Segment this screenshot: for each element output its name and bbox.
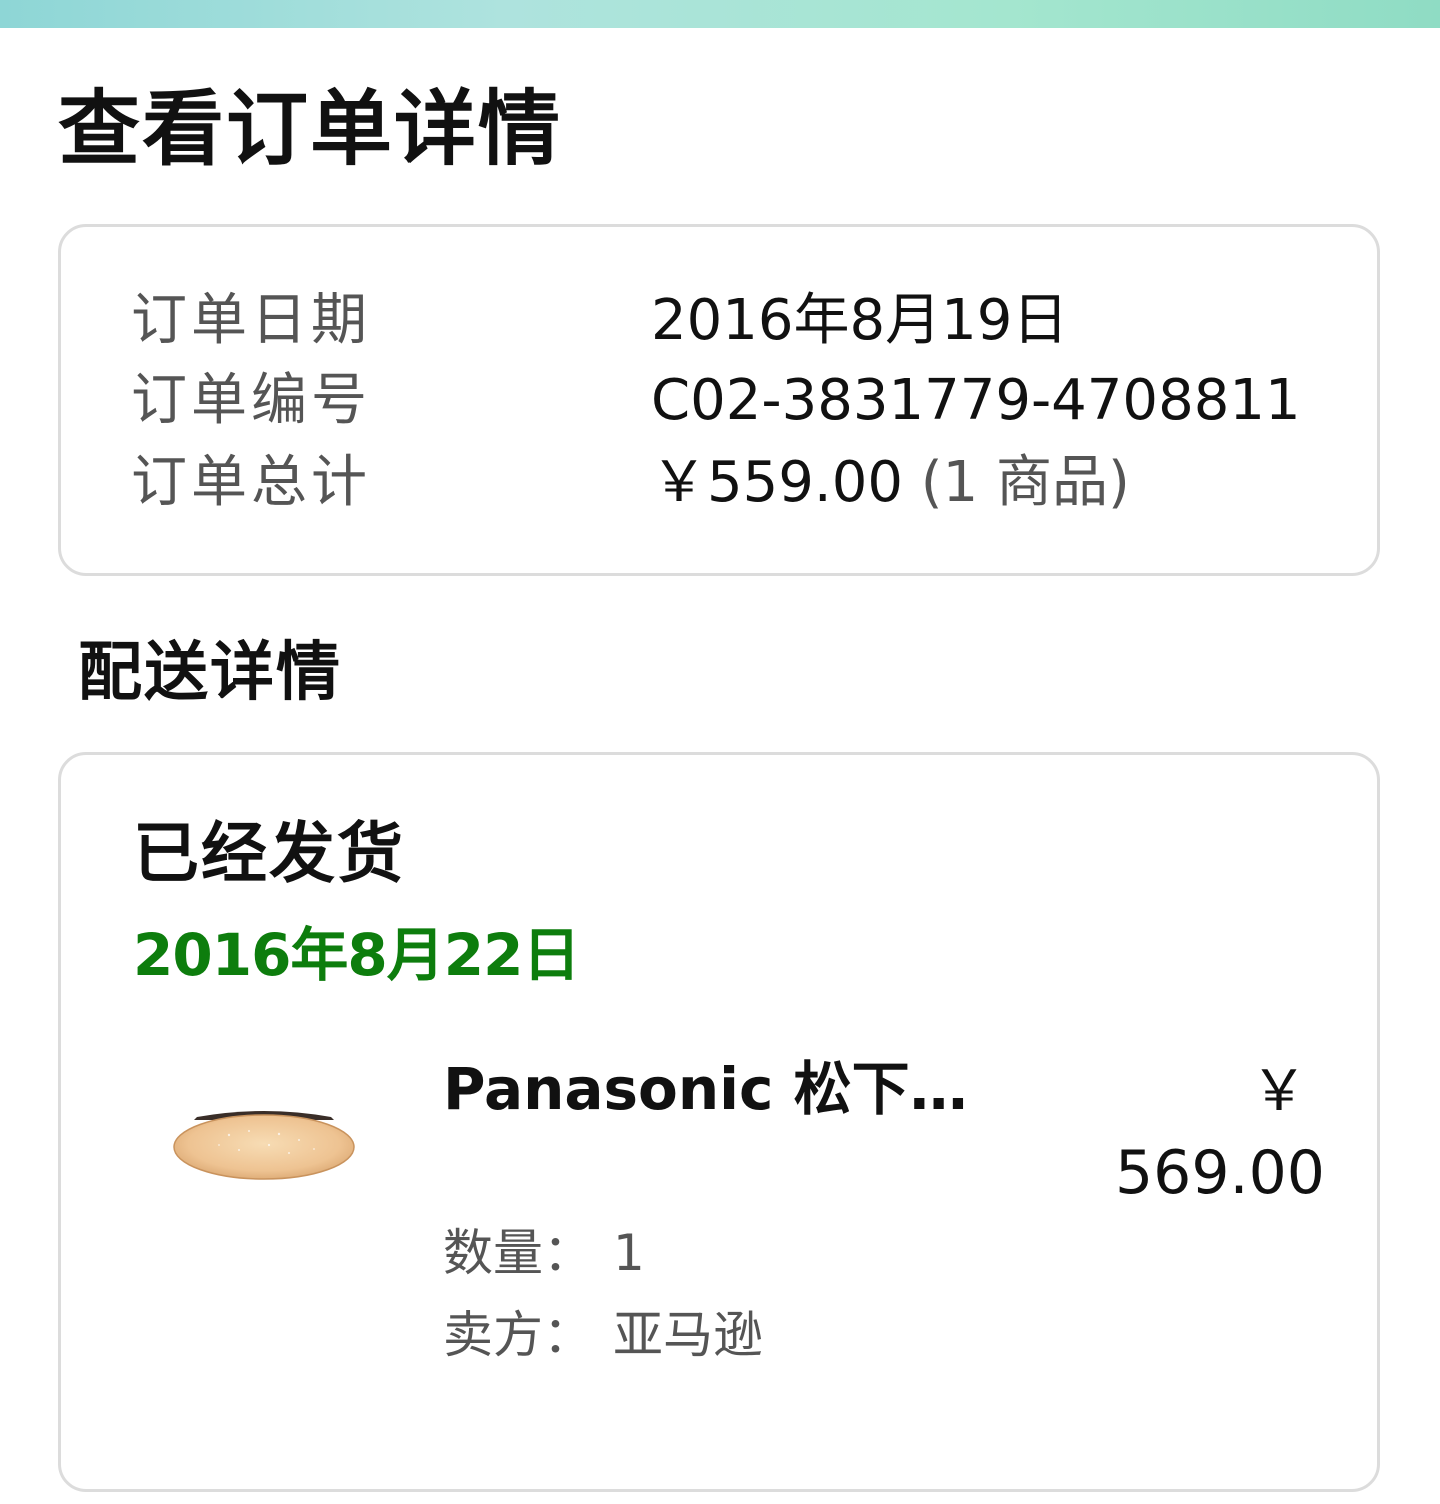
shipment-status: 已经发货 — [133, 815, 405, 892]
quantity-value: 1 — [613, 1224, 645, 1282]
order-date-value: 2016年8月19日 — [651, 288, 1069, 353]
product-image[interactable] — [169, 1105, 359, 1185]
order-date-row: 订单日期 2016年8月19日 — [131, 281, 1068, 361]
product-quantity: 数量： 1 — [443, 1217, 645, 1289]
order-number-value: C02-3831779-4708811 — [651, 368, 1301, 433]
order-summary-card: 订单日期 2016年8月19日 订单编号 C02-3831779-4708811 订… — [58, 224, 1380, 576]
seller-value: 亚马逊 — [613, 1306, 763, 1364]
quantity-label: 数量： — [443, 1224, 593, 1282]
order-number-row: 订单编号 C02-3831779-4708811 — [131, 361, 1301, 441]
order-total-label: 订单总计 — [131, 450, 371, 515]
ceiling-lamp-icon — [173, 1111, 355, 1180]
order-number-label: 订单编号 — [131, 368, 371, 433]
shipment-card: 已经发货 2016年8月22日 Panasonic 松下… ￥ 569.00 数… — [58, 752, 1380, 1492]
product-name-link[interactable]: Panasonic 松下… — [443, 1051, 968, 1127]
product-price: 569.00 — [1115, 1138, 1325, 1208]
order-items-count: (1 商品) — [920, 450, 1130, 515]
order-total-row: 订单总计 ￥559.00 (1 商品) — [131, 443, 1130, 523]
product-seller: 卖方： 亚马逊 — [443, 1299, 763, 1371]
order-total-value: ￥559.00 (1 商品) — [651, 443, 1130, 523]
top-status-strip — [0, 0, 1440, 28]
shipment-date: 2016年8月22日 — [133, 921, 580, 989]
order-date-label: 订单日期 — [131, 288, 371, 353]
product-currency-symbol: ￥ — [1251, 1059, 1307, 1124]
seller-label: 卖方： — [443, 1306, 593, 1364]
page-title: 查看订单详情 — [58, 82, 563, 177]
delivery-section-title: 配送详情 — [78, 636, 342, 710]
order-total-amount: ￥559.00 — [651, 450, 903, 515]
